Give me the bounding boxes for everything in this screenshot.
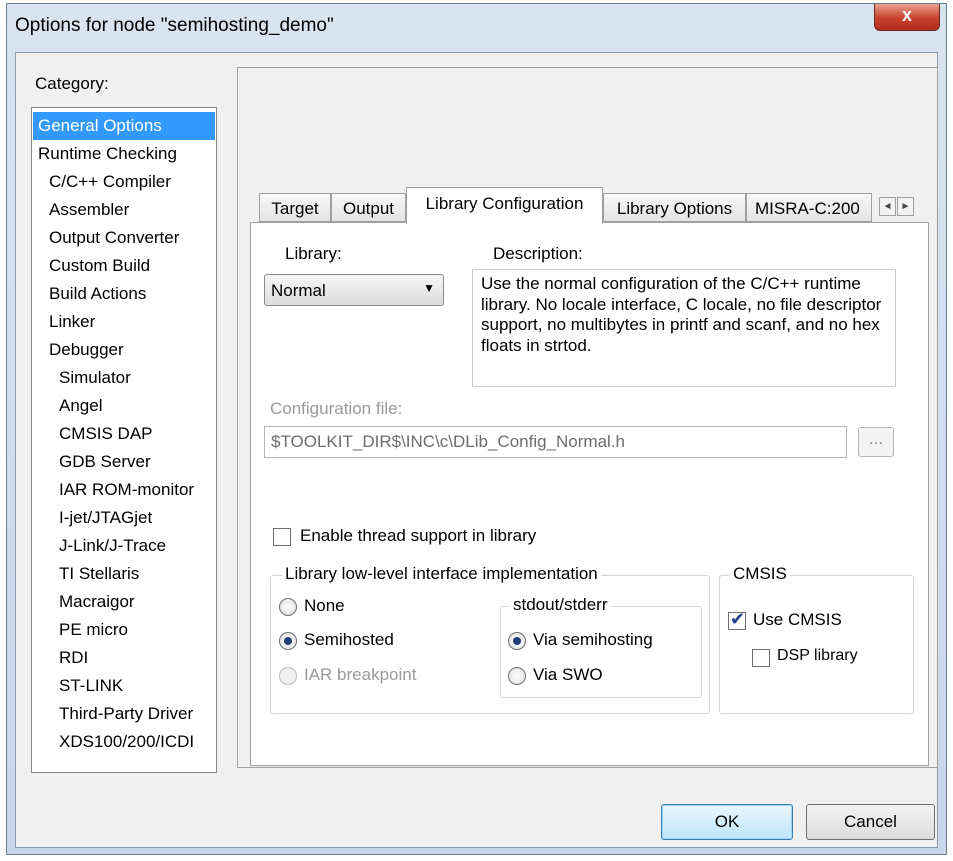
browse-button[interactable]: ... (858, 427, 894, 457)
category-item-xds100[interactable]: XDS100/200/ICDI (33, 728, 215, 756)
category-item-rdi[interactable]: RDI (33, 644, 215, 672)
tab-misra-c[interactable]: MISRA-C:200 (746, 193, 872, 222)
radio-semihosted-label: Semihosted (304, 630, 394, 649)
cmsis-group (719, 575, 914, 714)
radio-selected-dot (513, 637, 521, 645)
category-item-general-options[interactable]: General Options (33, 112, 215, 140)
cancel-button[interactable]: Cancel (806, 804, 935, 840)
dialog-title: Options for node "semihosting_demo" (15, 15, 334, 36)
chevron-down-icon: ▼ (423, 281, 435, 295)
radio-semihosted[interactable] (279, 632, 297, 650)
category-item-gdb-server[interactable]: GDB Server (33, 448, 215, 476)
category-item-assembler[interactable]: Assembler (33, 196, 215, 224)
checkmark-icon: ✔ (730, 609, 746, 629)
category-item-st-link[interactable]: ST-LINK (33, 672, 215, 700)
tab-target[interactable]: Target (259, 193, 331, 222)
category-item-debugger[interactable]: Debugger (33, 336, 215, 364)
ok-button[interactable]: OK (661, 804, 793, 840)
category-item-iar-rom-monitor[interactable]: IAR ROM-monitor (33, 476, 215, 504)
tab-output[interactable]: Output (331, 193, 406, 222)
category-item-runtime-checking[interactable]: Runtime Checking (33, 140, 215, 168)
radio-iar-breakpoint (279, 667, 297, 685)
title-bar[interactable]: Options for node "semihosting_demo" x (7, 4, 946, 52)
close-icon: x (901, 5, 912, 25)
category-label: Category: (35, 74, 109, 93)
library-label: Library: (285, 244, 342, 263)
radio-via-semihosting-label: Via semihosting (533, 630, 653, 649)
category-item-pe-micro[interactable]: PE micro (33, 616, 215, 644)
radio-via-semihosting[interactable] (508, 632, 526, 650)
radio-via-swo-label: Via SWO (533, 665, 603, 684)
description-text: Use the normal configuration of the C/C+… (472, 269, 896, 387)
library-dropdown[interactable]: Normal ▼ (264, 274, 444, 306)
radio-iar-breakpoint-label: IAR breakpoint (304, 665, 417, 684)
tab-scroll-right-icon[interactable]: ► (897, 197, 914, 216)
use-cmsis-label: Use CMSIS (753, 610, 842, 629)
library-selected-value: Normal (271, 281, 326, 300)
thread-support-checkbox[interactable] (273, 528, 291, 546)
config-file-label: Configuration file: (270, 399, 403, 418)
low-level-group-title: Library low-level interface implementati… (282, 564, 601, 584)
category-item-cmsis-dap[interactable]: CMSIS DAP (33, 420, 215, 448)
category-item-ti-stellaris[interactable]: TI Stellaris (33, 560, 215, 588)
cmsis-group-title: CMSIS (730, 564, 790, 584)
category-item-c-cpp-compiler[interactable]: C/C++ Compiler (33, 168, 215, 196)
use-cmsis-checkbox[interactable]: ✔ (728, 609, 746, 630)
category-item-build-actions[interactable]: Build Actions (33, 280, 215, 308)
category-item-ijet-jtagjet[interactable]: I-jet/JTAGjet (33, 504, 215, 532)
category-item-output-converter[interactable]: Output Converter (33, 224, 215, 252)
category-item-jlink-jtrace[interactable]: J-Link/J-Trace (33, 532, 215, 560)
category-list[interactable]: General Options Runtime Checking C/C++ C… (31, 107, 217, 773)
radio-none[interactable] (279, 598, 297, 616)
category-item-simulator[interactable]: Simulator (33, 364, 215, 392)
description-label: Description: (493, 244, 583, 263)
category-item-third-party-driver[interactable]: Third-Party Driver (33, 700, 215, 728)
config-file-input[interactable]: $TOOLKIT_DIR$\INC\c\DLib_Config_Normal.h (264, 426, 847, 458)
category-item-custom-build[interactable]: Custom Build (33, 252, 215, 280)
radio-selected-dot (284, 637, 292, 645)
radio-none-label: None (304, 596, 345, 615)
close-button[interactable]: x (874, 4, 940, 31)
dsp-library-checkbox[interactable] (752, 649, 770, 667)
category-item-angel[interactable]: Angel (33, 392, 215, 420)
category-item-macraigor[interactable]: Macraigor (33, 588, 215, 616)
tab-library-options[interactable]: Library Options (603, 193, 746, 222)
category-item-linker[interactable]: Linker (33, 308, 215, 336)
tab-library-configuration[interactable]: Library Configuration (406, 187, 603, 224)
thread-support-label: Enable thread support in library (300, 526, 537, 545)
radio-via-swo[interactable] (508, 667, 526, 685)
tab-scroll-left-icon[interactable]: ◄ (879, 197, 896, 216)
stdout-group-title: stdout/stderr (510, 595, 611, 615)
dsp-library-label: DSP library (777, 647, 858, 664)
